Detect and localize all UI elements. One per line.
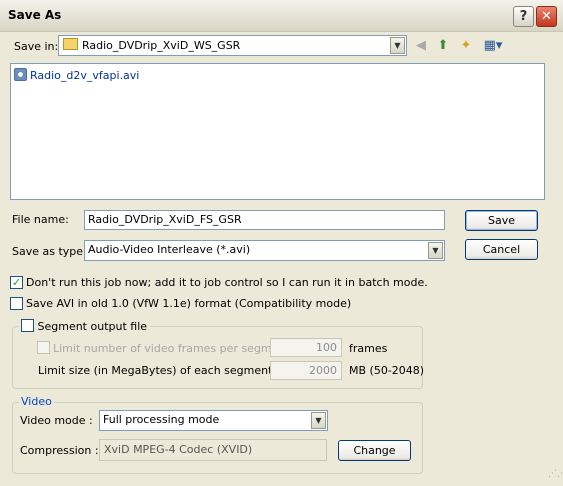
compression-label: Compression : xyxy=(20,444,99,457)
video-mode-label: Video mode : xyxy=(20,414,93,427)
file-list[interactable]: Radio_d2v_vfapi.avi xyxy=(10,63,545,200)
video-file-icon xyxy=(14,68,27,81)
up-folder-icon[interactable]: ⬆ xyxy=(434,37,452,55)
new-folder-icon[interactable]: ✦ xyxy=(457,37,475,55)
folder-icon xyxy=(63,38,78,50)
batch-mode-label: Don't run this job now; add it to job co… xyxy=(26,276,428,289)
segment-output-checkbox[interactable] xyxy=(21,319,34,332)
chevron-down-icon[interactable]: ▼ xyxy=(311,412,326,429)
segment-output-label: Segment output file xyxy=(37,320,148,333)
save-in-label: Save in: xyxy=(14,40,59,53)
old-avi-checkbox[interactable] xyxy=(10,297,23,310)
save-as-type-value: Audio-Video Interleave (*.avi) xyxy=(88,243,251,256)
video-mode-dropdown[interactable]: Full processing mode ▼ xyxy=(99,410,328,431)
segment-group xyxy=(12,326,423,389)
title-bar: Save As ? ✕ xyxy=(0,0,563,32)
video-mode-value: Full processing mode xyxy=(103,413,220,426)
resize-grip[interactable]: ⋰⋰ xyxy=(548,470,563,483)
save-as-dialog: Save As ? ✕ Save in: Radio_DVDrip_XviD_W… xyxy=(0,0,563,486)
chevron-down-icon[interactable]: ▼ xyxy=(428,242,443,259)
close-button[interactable]: ✕ xyxy=(536,6,557,27)
frames-unit-label: frames xyxy=(349,342,388,355)
compression-value: XviD MPEG-4 Codec (XVID) xyxy=(99,439,327,461)
window-title: Save As xyxy=(8,8,62,22)
back-icon[interactable]: ◀ xyxy=(412,37,430,55)
file-name-value: Radio_DVDrip_XviD_FS_GSR xyxy=(88,213,242,226)
file-name-label: File name: xyxy=(12,213,69,226)
limit-frames-checkbox[interactable] xyxy=(37,341,50,354)
save-button[interactable]: Save xyxy=(465,210,538,231)
file-name: Radio_d2v_vfapi.avi xyxy=(30,69,140,82)
save-as-type-dropdown[interactable]: Audio-Video Interleave (*.avi) ▼ xyxy=(84,240,445,261)
save-as-type-label: Save as type: xyxy=(12,245,87,258)
limit-size-input[interactable]: 2000 xyxy=(270,361,342,380)
limit-frames-input[interactable]: 100 xyxy=(270,338,342,357)
list-item[interactable]: Radio_d2v_vfapi.avi xyxy=(14,68,139,82)
save-in-dropdown[interactable]: Radio_DVDrip_XviD_WS_GSR ▼ xyxy=(58,35,407,56)
change-button[interactable]: Change xyxy=(338,440,411,461)
video-group-title: Video xyxy=(19,395,54,408)
limit-frames-label: Limit number of video frames per segment… xyxy=(53,342,305,355)
view-menu-icon[interactable]: ▦▾ xyxy=(481,37,505,55)
limit-size-label: Limit size (in MegaBytes) of each segmen… xyxy=(38,364,295,377)
chevron-down-icon[interactable]: ▼ xyxy=(390,37,405,54)
batch-mode-checkbox[interactable]: ✓ xyxy=(10,276,23,289)
cancel-button[interactable]: Cancel xyxy=(465,239,538,260)
old-avi-label: Save AVI in old 1.0 (VfW 1.1e) format (C… xyxy=(26,297,352,310)
save-in-value: Radio_DVDrip_XviD_WS_GSR xyxy=(82,39,241,52)
help-button[interactable]: ? xyxy=(513,6,534,27)
file-name-input[interactable]: Radio_DVDrip_XviD_FS_GSR xyxy=(84,210,445,230)
size-unit-label: MB (50-2048) xyxy=(349,364,425,377)
